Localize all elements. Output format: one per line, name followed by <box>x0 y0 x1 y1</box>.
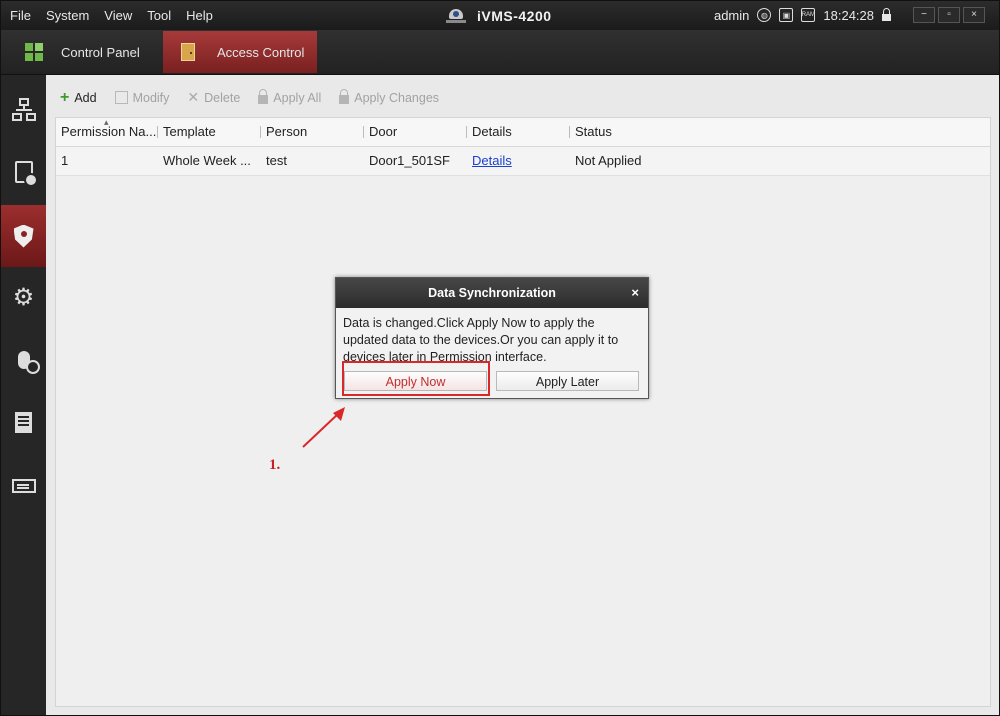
menu-view[interactable]: View <box>104 8 132 23</box>
details-link[interactable]: Details <box>472 153 512 168</box>
dialog-close-icon[interactable]: × <box>631 278 639 308</box>
table-header: ▴ Permission Na... Template Person Door … <box>56 117 990 147</box>
padlock-icon <box>258 89 269 104</box>
modify-label: Modify <box>132 90 170 105</box>
add-label: Add <box>74 90 97 105</box>
sidebar-item-intercom[interactable] <box>1 329 46 391</box>
user-name[interactable]: admin <box>714 8 749 23</box>
module-tab-bar: Control Panel Access Control <box>1 30 999 75</box>
modify-button[interactable]: Modify <box>114 89 170 106</box>
cell-person: test <box>266 153 287 168</box>
network-tree-icon <box>11 98 36 122</box>
microphone-icon <box>17 351 40 374</box>
menu-tool[interactable]: Tool <box>147 8 171 23</box>
apply-all-label: Apply All <box>273 90 322 105</box>
sidebar-item-device-management[interactable] <box>1 79 46 141</box>
sort-indicator-icon: ▴ <box>104 117 109 127</box>
delete-button[interactable]: ✕ Delete <box>187 89 240 106</box>
globe-icon[interactable]: ◍ <box>757 8 772 22</box>
tab-control-panel-label: Control Panel <box>61 44 140 60</box>
column-header-permission-name[interactable]: ▴ Permission Na... <box>56 117 158 146</box>
dialog-message: Data is changed.Click Apply Now to apply… <box>343 316 619 364</box>
permission-table: ▴ Permission Na... Template Person Door … <box>55 117 991 707</box>
ram-icon: RAM <box>801 8 816 22</box>
cell-door: Door1_501SF <box>369 153 450 168</box>
apply-all-button[interactable]: Apply All <box>258 89 321 106</box>
apply-changes-button[interactable]: Apply Changes <box>339 89 439 106</box>
tab-control-panel[interactable]: Control Panel <box>25 31 140 73</box>
dialog-title-bar: Data Synchronization × <box>336 278 648 308</box>
column-header-door[interactable]: Door <box>364 118 467 146</box>
control-panel-grid-icon <box>25 43 43 61</box>
cell-permission-name: 1 <box>61 153 69 168</box>
lock-icon[interactable] <box>882 8 891 21</box>
door-icon <box>181 43 195 61</box>
gears-icon: ⚙ <box>12 284 35 311</box>
cell-template: Whole Week ... <box>163 153 251 168</box>
camera-logo-icon <box>445 7 467 25</box>
delete-x-icon: ✕ <box>187 89 200 105</box>
column-header-template[interactable]: Template <box>158 118 261 146</box>
sidebar-item-attendance[interactable] <box>1 141 46 203</box>
step-number-label: 1. <box>269 457 281 473</box>
annotation-arrow-icon <box>302 407 345 448</box>
padlock-icon <box>339 89 350 104</box>
sidebar-item-access-control[interactable] <box>1 205 46 267</box>
table-row[interactable]: 1 Whole Week ... test Door1_501SF Detail… <box>56 147 990 176</box>
device-display-icon <box>11 479 36 493</box>
sidebar-item-device-display[interactable] <box>1 455 46 517</box>
permission-toolbar: + Add Modify ✕ Delete Apply All Apply Ch… <box>60 89 439 106</box>
title-bar: File System View Tool Help iVMS-4200 adm… <box>1 1 999 30</box>
shield-key-icon <box>13 224 34 248</box>
app-title-group: iVMS-4200 <box>445 7 552 25</box>
dialog-title: Data Synchronization <box>428 286 556 300</box>
menu-bar: File System View Tool Help <box>10 8 228 23</box>
menu-file[interactable]: File <box>10 8 31 23</box>
app-window: File System View Tool Help iVMS-4200 adm… <box>0 0 1000 716</box>
cell-details: Details <box>467 147 570 175</box>
sidebar: ⚙ <box>1 75 46 715</box>
app-title: iVMS-4200 <box>477 8 552 24</box>
maximize-button[interactable]: ▫ <box>938 7 960 23</box>
tab-access-control-label: Access Control <box>217 44 305 60</box>
column-header-person[interactable]: Person <box>261 118 364 146</box>
log-search-icon <box>15 411 32 433</box>
add-button[interactable]: + Add <box>60 89 97 106</box>
sidebar-item-configuration[interactable]: ⚙ <box>1 267 46 329</box>
edit-icon <box>114 91 128 104</box>
cell-status: Not Applied <box>575 153 642 168</box>
apply-changes-label: Apply Changes <box>354 90 440 105</box>
cpu-icon: ▣ <box>779 8 794 22</box>
plus-icon: + <box>60 88 70 106</box>
sidebar-item-log-search[interactable] <box>1 391 46 453</box>
status-area: admin ◍ ▣ RAM 18:24:28 − ▫ × <box>714 7 985 23</box>
highlight-box <box>342 361 490 396</box>
tab-access-control[interactable]: Access Control <box>163 31 317 73</box>
close-window-button[interactable]: × <box>963 7 985 23</box>
window-controls: − ▫ × <box>913 7 985 23</box>
clipboard-clock-icon <box>14 161 38 187</box>
delete-label: Delete <box>204 90 241 105</box>
minimize-button[interactable]: − <box>913 7 935 23</box>
menu-system[interactable]: System <box>46 8 89 23</box>
clock-time: 18:24:28 <box>823 7 874 23</box>
apply-later-button[interactable]: Apply Later <box>496 371 639 391</box>
column-header-details[interactable]: Details <box>467 118 570 146</box>
column-header-status[interactable]: Status <box>570 118 695 146</box>
menu-help[interactable]: Help <box>186 8 213 23</box>
